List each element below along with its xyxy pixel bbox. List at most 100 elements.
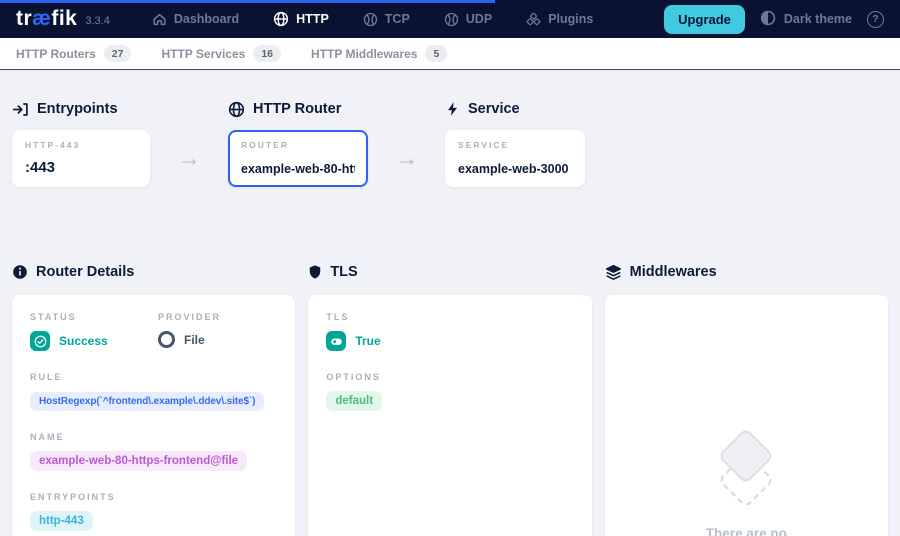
field-label: ENTRYPOINTS	[30, 492, 277, 502]
router-card[interactable]: ROUTER example-web-80-https…	[228, 130, 368, 187]
main-nav: Dashboard HTTP TCP UDP Plugins	[152, 11, 594, 27]
rule-field: RULE HostRegexp(`^frontend\.example\.dde…	[30, 372, 277, 411]
status-provider-row: STATUS Success PROVIDER File	[30, 312, 277, 351]
section-title: TLS	[330, 264, 357, 280]
flow-arrow-icon: →	[368, 130, 445, 187]
empty-state-text: There are no Middlewares configured	[623, 524, 870, 536]
logo-ae: æ	[32, 7, 51, 30]
card-value: example-web-3000	[458, 162, 572, 176]
sphere-icon	[444, 12, 459, 27]
service-column: Service SERVICE example-web-3000	[445, 100, 585, 187]
provider-value: File	[184, 333, 205, 347]
entrypoint-card[interactable]: HTTP-443 :443	[12, 130, 150, 187]
router-details-section: Router Details STATUS Success PRO	[12, 263, 295, 536]
nav-item-http[interactable]: HTTP	[273, 11, 329, 27]
section-title: Service	[468, 101, 520, 117]
router-details-card: STATUS Success PROVIDER File	[12, 295, 295, 536]
middlewares-section: Middlewares There are no Middlewares con…	[605, 263, 888, 536]
name-field: NAME example-web-80-https-frontend@file	[30, 432, 277, 471]
traefik-logo[interactable]: træfik	[16, 7, 77, 31]
upgrade-button[interactable]: Upgrade	[664, 5, 745, 34]
tls-field: TLS True	[326, 312, 573, 351]
loading-progress-bar	[0, 0, 495, 3]
entrypoint-pill: http-443	[30, 511, 93, 531]
router-details-header: Router Details	[12, 263, 295, 281]
service-header: Service	[445, 100, 585, 118]
nav-item-label: UDP	[466, 12, 492, 26]
tab-label: HTTP Services	[161, 47, 245, 61]
router-column: HTTP Router ROUTER example-web-80-https…	[228, 100, 368, 187]
layers-icon	[605, 264, 622, 281]
success-check-icon	[30, 331, 50, 351]
nav-item-tcp[interactable]: TCP	[363, 12, 410, 27]
tabs-bar: HTTP Routers 27 HTTP Services 16 HTTP Mi…	[0, 38, 900, 70]
shield-icon	[308, 264, 322, 280]
nav-item-dashboard[interactable]: Dashboard	[152, 12, 239, 27]
section-title: Middlewares	[630, 264, 717, 280]
card-value: :443	[25, 159, 137, 176]
tls-value: True	[355, 334, 380, 348]
section-title: HTTP Router	[253, 101, 341, 117]
nav-item-label: HTTP	[296, 12, 329, 26]
help-icon[interactable]: ?	[867, 11, 884, 28]
contrast-icon	[760, 10, 776, 29]
field-label: OPTIONS	[326, 372, 573, 382]
provider-field: PROVIDER File	[158, 312, 221, 351]
tab-http-services[interactable]: HTTP Services 16	[161, 45, 281, 62]
globe-icon	[228, 101, 245, 118]
dark-theme-toggle[interactable]: Dark theme	[760, 10, 852, 29]
name-pill: example-web-80-https-frontend@file	[30, 451, 247, 471]
empty-text-line1: There are no	[623, 524, 870, 536]
file-provider-icon	[158, 331, 175, 348]
tls-card: TLS True OPTIONS default	[308, 295, 591, 536]
options-field: OPTIONS default	[326, 372, 573, 411]
field-label: PROVIDER	[158, 312, 221, 322]
status-field: STATUS Success	[30, 312, 158, 351]
home-icon	[152, 12, 167, 27]
section-title: Entrypoints	[37, 101, 118, 117]
card-value: example-web-80-https…	[241, 162, 355, 176]
service-card[interactable]: SERVICE example-web-3000	[445, 130, 585, 187]
theme-toggle-label: Dark theme	[784, 12, 852, 26]
layers-empty-illustration	[708, 434, 784, 510]
nav-item-plugins[interactable]: Plugins	[526, 12, 593, 27]
tls-header: TLS	[308, 263, 591, 281]
lightning-icon	[445, 101, 460, 117]
tab-count-badge: 16	[253, 45, 281, 62]
field-label: NAME	[30, 432, 277, 442]
card-label: ROUTER	[241, 140, 355, 150]
topbar-right: Upgrade Dark theme ?	[664, 5, 884, 34]
card-label: HTTP-443	[25, 140, 137, 150]
entrypoints-column: Entrypoints HTTP-443 :443	[12, 100, 150, 187]
rule-pill: HostRegexp(`^frontend\.example\.ddev\.si…	[30, 392, 264, 411]
field-label: RULE	[30, 372, 277, 382]
entrypoints-field: ENTRYPOINTS http-443	[30, 492, 277, 531]
tab-label: HTTP Routers	[16, 47, 96, 61]
middlewares-header: Middlewares	[605, 263, 888, 281]
tab-http-routers[interactable]: HTTP Routers 27	[16, 45, 131, 62]
nav-item-label: Dashboard	[174, 12, 239, 26]
middlewares-empty-state: There are no Middlewares configured	[623, 434, 870, 536]
main-content: Entrypoints HTTP-443 :443 → HTTP Router …	[0, 70, 900, 536]
logo-text: fik	[51, 7, 77, 30]
tab-count-badge: 5	[425, 45, 447, 62]
nav-item-udp[interactable]: UDP	[444, 12, 492, 27]
flow-arrow-icon: →	[150, 130, 228, 187]
version-label: 3.3.4	[85, 15, 109, 27]
nav-item-label: TCP	[385, 12, 410, 26]
field-label: STATUS	[30, 312, 158, 322]
info-icon	[12, 264, 28, 280]
tab-label: HTTP Middlewares	[311, 47, 417, 61]
detail-panels: Router Details STATUS Success PRO	[12, 263, 888, 536]
status-value: Success	[59, 334, 108, 348]
logo-text: tr	[16, 7, 32, 30]
sphere-icon	[363, 12, 378, 27]
entrypoints-header: Entrypoints	[12, 100, 150, 118]
field-label: TLS	[326, 312, 573, 322]
tab-count-badge: 27	[104, 45, 132, 62]
section-title: Router Details	[36, 264, 134, 280]
routing-flow: Entrypoints HTTP-443 :443 → HTTP Router …	[12, 100, 888, 187]
card-label: SERVICE	[458, 140, 572, 150]
login-arrow-icon	[12, 101, 29, 118]
tab-http-middlewares[interactable]: HTTP Middlewares 5	[311, 45, 447, 62]
